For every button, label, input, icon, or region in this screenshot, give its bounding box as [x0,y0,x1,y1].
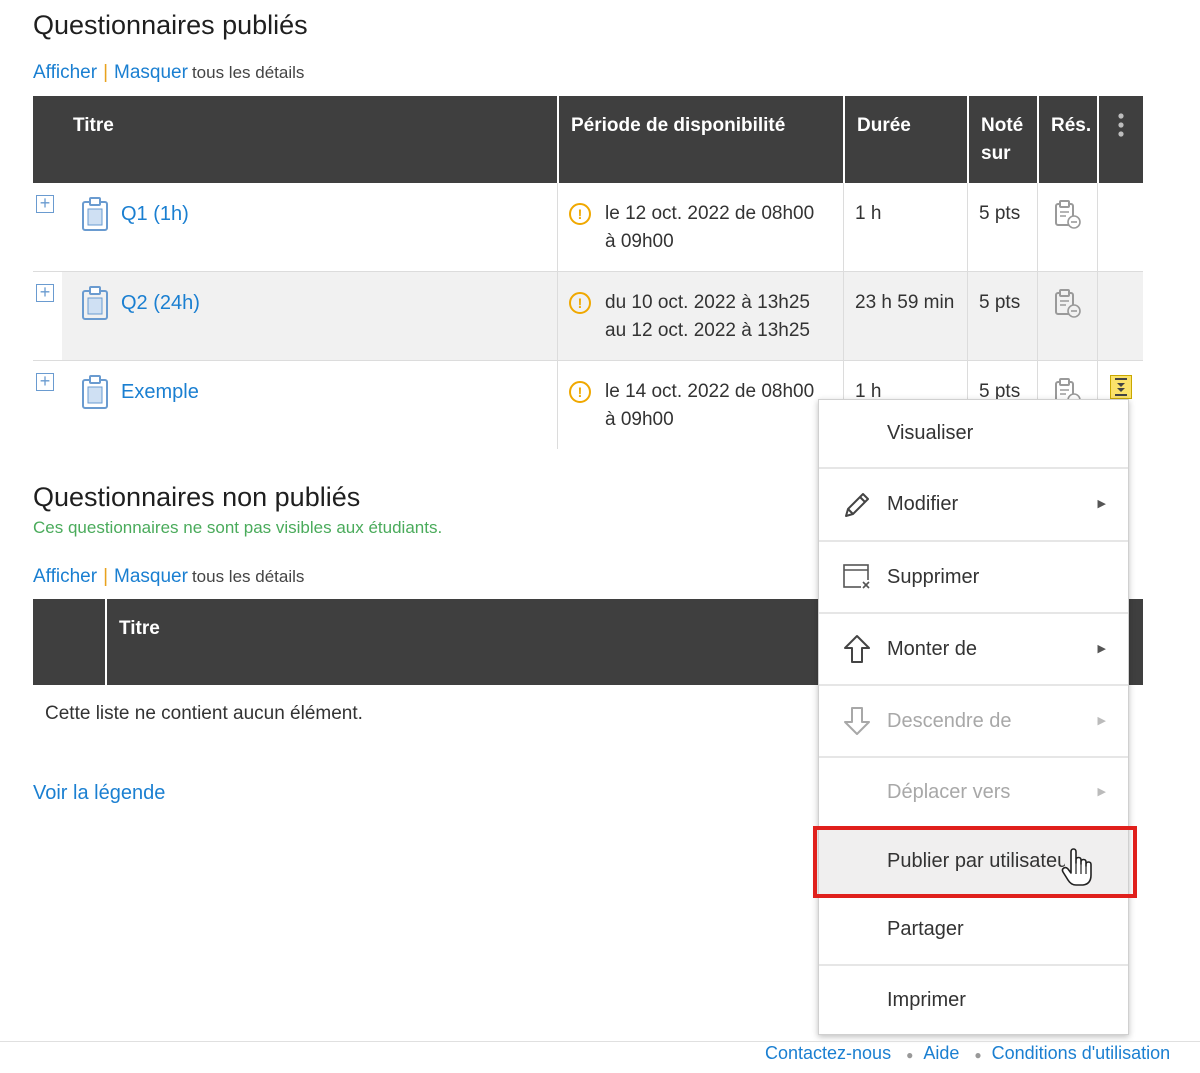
column-header-duration[interactable]: Durée [843,96,967,183]
published-show-details-link[interactable]: Afficher [33,62,97,83]
duration-cell: 23 h 59 min [843,272,967,360]
menu-item-monter-de[interactable]: Monter de ▶ [819,614,1128,684]
column-header-score[interactable]: Noté sur [967,96,1037,183]
period-cell: ! du 10 oct. 2022 à 13h25 au 12 oct. 202… [557,272,843,360]
column-header-title[interactable]: Titre [33,96,557,183]
unpublished-show-details-link[interactable]: Afficher [33,566,97,587]
submenu-arrow-icon: ▶ [1097,715,1106,727]
column-header-period[interactable]: Période de disponibilité [557,96,843,183]
submenu-arrow-icon: ▶ [1097,643,1106,655]
quiz-clipboard-icon [82,197,108,231]
score-cell: 5 pts [967,183,1037,271]
menu-item-label: Visualiser [887,422,974,444]
column-header-select [33,599,105,686]
results-cell [1037,272,1097,360]
actions-cell [1097,183,1143,271]
menu-item-modifier[interactable]: Modifier ▶ [819,469,1128,540]
unpublished-detail-toggles: Afficher | Masquer tous les détails [33,566,304,588]
toggle-suffix: tous les détails [191,567,305,586]
title-cell: + Q2 (24h) [33,272,557,360]
menu-item-label: Supprimer [887,566,980,588]
period-line1: du 10 oct. 2022 à 13h25 [605,292,810,313]
submenu-arrow-icon: ▶ [1097,498,1106,510]
published-section-title: Questionnaires publiés [33,10,308,40]
quiz-title-link[interactable]: Exemple [121,378,199,406]
period-line2: à 09h00 [605,409,674,430]
toggle-separator: | [103,566,109,587]
page-footer: Contactez-nous ● Aide ● Conditions d'utili… [0,1041,1200,1073]
row-actions-button[interactable] [1110,375,1132,399]
results-cell [1037,183,1097,271]
footer-help-link[interactable]: Aide [923,1043,959,1063]
menu-item-label: Monter de [887,638,978,660]
menu-item-label: Descendre de [887,710,1012,732]
empty-list-message: Cette liste ne contient aucun élément. [45,703,363,724]
title-cell: + Exemple [33,361,557,449]
dropdown-arrows-icon [1115,378,1127,396]
menu-item-label: Partager [887,918,964,940]
column-header-score-line1: Noté [981,115,1024,136]
quiz-title-link[interactable]: Q1 (1h) [121,200,189,228]
period-cell: ! le 12 oct. 2022 de 08h00 à 09h00 [557,183,843,271]
unpublished-visibility-note: Ces questionnaires ne sont pas visibles … [33,518,443,537]
quiz-clipboard-icon [82,375,108,409]
duration-cell: 1 h [843,183,967,271]
menu-item-partager[interactable]: Partager [819,896,1128,962]
arrow-up-icon [844,635,870,663]
quiz-title-link[interactable]: Q2 (24h) [121,289,200,317]
period-line1: le 12 oct. 2022 de 08h00 [605,203,815,224]
menu-item-label: Modifier [887,493,959,515]
table-row: + Q2 (24h) ! du 10 oct. 2022 à 13h25 au … [33,272,1143,361]
delete-page-icon [843,564,871,590]
warning-icon: ! [569,203,591,225]
actions-cell [1097,272,1143,360]
published-detail-toggles: Afficher | Masquer tous les détails [33,62,304,84]
published-hide-details-link[interactable]: Masquer [114,62,188,83]
toggle-suffix: tous les détails [191,63,305,82]
menu-item-deplacer-vers[interactable]: Déplacer vers ▶ [819,758,1128,826]
menu-item-label: Imprimer [887,989,966,1011]
footer-separator: ● [906,1048,914,1062]
period-cell: ! le 14 oct. 2022 de 08h00 à 09h00 [557,361,843,449]
submenu-arrow-icon: ▶ [1097,786,1106,798]
arrow-down-icon [844,707,870,735]
menu-item-supprimer[interactable]: Supprimer [819,542,1128,612]
view-legend-link[interactable]: Voir la légende [33,782,165,805]
score-cell: 5 pts [967,272,1037,360]
published-table-header: Titre Période de disponibilité Durée Not… [33,96,1143,183]
expand-plus-icon[interactable]: + [36,194,54,213]
footer-contact-link[interactable]: Contactez-nous [765,1043,891,1063]
column-header-results[interactable]: Rés. [1037,96,1097,183]
results-clipboard-icon[interactable] [1052,288,1084,320]
column-header-score-line2: sur [981,143,1011,164]
results-clipboard-icon[interactable] [1052,199,1084,231]
pencil-icon [845,493,869,517]
table-row: + Q1 (1h) ! le 12 oct. 2022 de 08h00 à 0… [33,183,1143,272]
warning-icon: ! [569,381,591,403]
menu-item-imprimer[interactable]: Imprimer [819,966,1128,1034]
period-line2: à 09h00 [605,231,674,252]
period-line2: au 12 oct. 2022 à 13h25 [605,320,810,341]
title-cell: + Q1 (1h) [33,183,557,271]
column-options-button[interactable] [1097,96,1143,183]
footer-separator: ● [974,1048,982,1062]
hand-cursor-icon [1061,848,1092,886]
menu-item-visualiser[interactable]: Visualiser [819,400,1128,467]
expand-plus-icon[interactable]: + [36,283,54,302]
expand-plus-icon[interactable]: + [36,372,54,391]
menu-item-label: Déplacer vers [887,781,1011,803]
unpublished-hide-details-link[interactable]: Masquer [114,566,188,587]
menu-item-descendre-de[interactable]: Descendre de ▶ [819,686,1128,756]
kebab-icon [1118,113,1124,137]
unpublished-section-title: Questionnaires non publiés [33,482,361,512]
period-line1: le 14 oct. 2022 de 08h00 [605,381,815,402]
row-context-menu: Visualiser Modifier ▶ Supprimer Monter d… [818,399,1129,1035]
footer-terms-link[interactable]: Conditions d'utilisation [992,1043,1171,1063]
warning-icon: ! [569,292,591,314]
quiz-clipboard-icon [82,286,108,320]
toggle-separator: | [103,62,109,83]
